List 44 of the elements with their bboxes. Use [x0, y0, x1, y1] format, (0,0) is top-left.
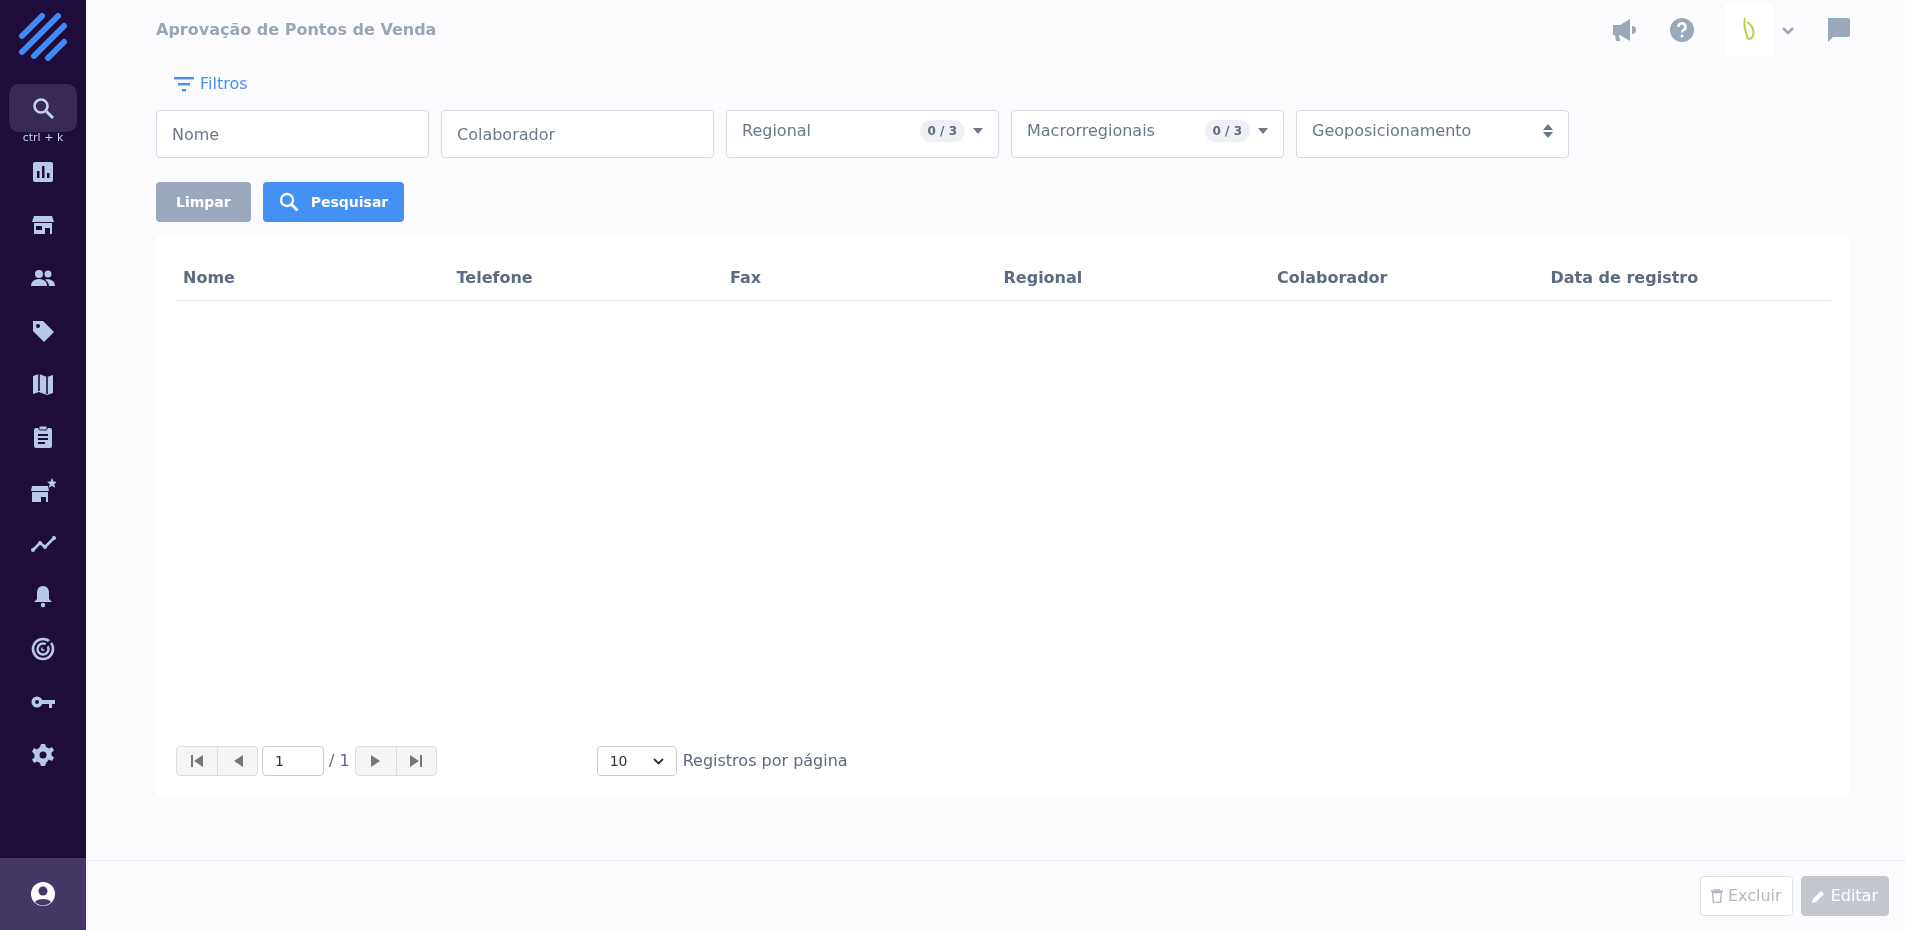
sidebar-item[interactable]: [9, 84, 77, 132]
tag-icon: [30, 318, 56, 345]
logo-icon: [18, 12, 68, 62]
shortcut-hint: ctrl + k: [22, 132, 64, 145]
page-title: Aprovação de Pontos de Venda: [156, 19, 437, 41]
column-header: Telefone: [456, 268, 533, 287]
select-field[interactable]: Geoposicionamento: [1296, 110, 1569, 158]
selection-count-badge: 0 / 3: [1204, 120, 1250, 142]
previous-icon: [232, 755, 243, 767]
trash-icon: [1710, 888, 1723, 903]
filter-icon: [174, 76, 194, 92]
dropdown-caret-icon: [1258, 128, 1268, 134]
selection-count-badge: 0 / 3: [919, 120, 965, 142]
page-total: / 1: [329, 750, 350, 772]
multiselect-field[interactable]: Regional 0 / 3: [726, 110, 999, 158]
search-icon: [278, 192, 299, 212]
search-button[interactable]: Pesquisar: [262, 182, 405, 222]
pencil-icon: [1811, 888, 1826, 903]
text-field[interactable]: Colaborador: [441, 110, 714, 158]
page-size-select[interactable]: 10: [596, 746, 677, 776]
column-header: Colaborador: [1277, 268, 1388, 287]
user-profile-button[interactable]: [0, 858, 86, 930]
radar-icon: [30, 636, 56, 663]
store-star-icon: [30, 477, 56, 504]
clear-button[interactable]: Limpar: [156, 182, 251, 222]
settings-icon: [30, 742, 56, 769]
page-input[interactable]: 1: [262, 746, 324, 776]
map-icon: [30, 371, 56, 398]
sort-caret-icon: [1543, 124, 1553, 138]
column-header: Fax: [730, 268, 762, 287]
text-field[interactable]: Nome: [156, 110, 429, 158]
dropdown-caret-icon: [973, 128, 983, 134]
column-header: Regional: [1003, 268, 1083, 287]
page-size-label: Registros por página: [682, 750, 848, 772]
column-header: Data de registro: [1550, 268, 1699, 287]
column-header: Nome: [183, 268, 235, 287]
user-avatar-icon: [30, 881, 56, 907]
first-page-icon: [190, 755, 204, 767]
chevron-down-icon: [652, 757, 664, 765]
filters-toggle[interactable]: Filtros: [156, 68, 266, 100]
next-icon: [370, 755, 381, 767]
multiselect-field[interactable]: Macrorregionais 0 / 3: [1011, 110, 1284, 158]
search-icon: [30, 95, 56, 121]
last-page-icon: [409, 755, 424, 767]
